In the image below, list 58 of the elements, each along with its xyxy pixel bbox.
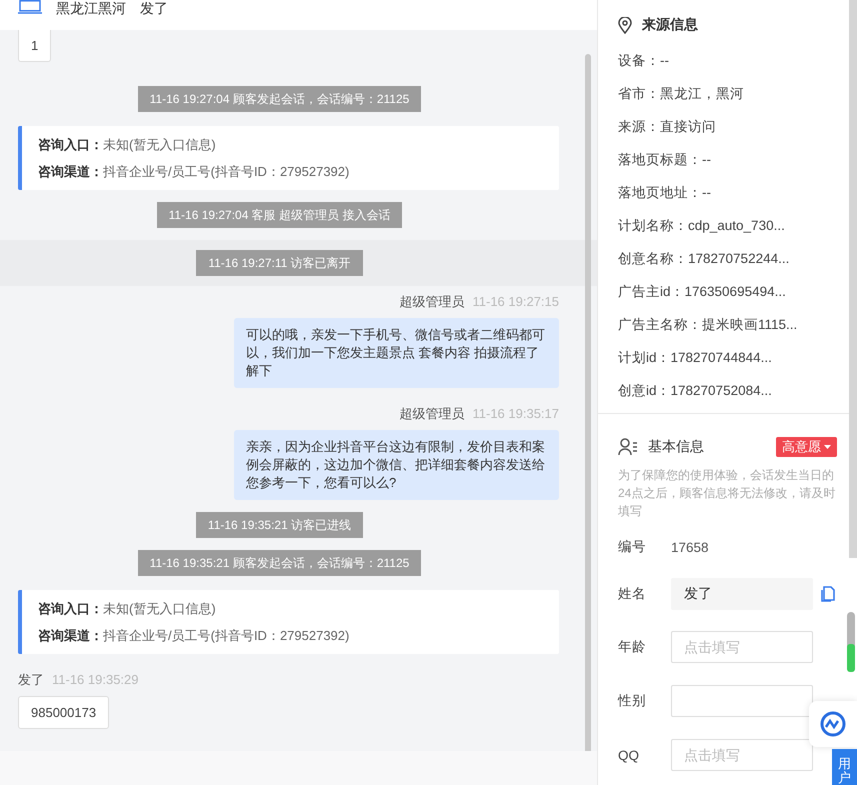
info-item: 计划名称：cdp_auto_730... — [618, 217, 786, 235]
sender-name: 发了 — [18, 671, 44, 689]
caret-icon — [824, 445, 831, 449]
input-area[interactable] — [0, 751, 597, 785]
info-item: 计划id：178270744844... — [618, 349, 773, 367]
name-field[interactable]: 发了 — [671, 578, 813, 610]
level-meter-drawing — [847, 612, 855, 672]
info-item: 创意名称：178270752244... — [618, 250, 790, 268]
scrollbar[interactable] — [849, 0, 857, 558]
system-notice: 11-16 19:35:21 顾客发起会话，会话编号：21125 — [138, 550, 422, 576]
assistant-button[interactable] — [809, 701, 857, 747]
message-time: 11-16 19:35:29 — [52, 671, 138, 689]
message-time: 11-16 19:27:15 — [472, 293, 559, 311]
system-notice: 11-16 19:27:04 客服 超级管理员 接入会话 — [156, 202, 402, 228]
logo-icon — [820, 711, 846, 737]
visitor-name: 发了 — [140, 0, 168, 16]
info-item: 落地页地址：-- — [618, 184, 712, 202]
field-label: 编号 — [618, 538, 647, 556]
message-bubble: 亲亲，因为企业抖音平台这边有限制，发价目表和案例会屏蔽的，这边加个微信、把详细套餐内容发送给您参考一下，您看可以么? — [234, 430, 559, 500]
message-bubble: 1 — [18, 30, 52, 62]
card-line: 咨询渠道：抖音企业号/员工号(抖音号ID：279527392) — [38, 163, 350, 181]
section-title: 基本信息 — [648, 438, 704, 456]
user-list-icon — [618, 438, 638, 456]
message-time: 11-16 19:35:17 — [472, 405, 559, 423]
info-item: 省市：黑龙江，黑河 — [618, 85, 745, 103]
card-line: 咨询入口：未知(暂无入口信息) — [38, 136, 217, 154]
field-label: QQ — [618, 748, 640, 762]
system-notice: 11-16 19:35:21 访客已进线 — [196, 512, 364, 538]
laptop-icon — [18, 0, 42, 14]
input-field[interactable]: 点击填写 — [671, 631, 813, 663]
sender-name: 超级管理员 — [400, 405, 464, 423]
notice-text: 为了保障您的使用体验，会话发生当日的24点之后，顾客信息将无法修改，请及时填写 — [618, 467, 836, 520]
system-notice: 11-16 19:27:04 顾客发起会话，会话编号：21125 — [138, 86, 422, 112]
system-notice: 11-16 19:27:11 访客已离开 — [196, 250, 363, 276]
info-item: 广告主id：176350695494... — [618, 283, 787, 301]
input-field[interactable] — [671, 685, 813, 717]
input-field[interactable]: 点击填写 — [671, 739, 813, 771]
message-bubble: 可以的哦，亲发一下手机号、微信号或者二维码都可以，我们加一下您发主题景点 套餐内容 拍摄流程了解下 — [234, 318, 559, 388]
card-line: 咨询入口：未知(暂无入口信息) — [38, 600, 217, 618]
info-item: 创意id：178270752084... — [618, 382, 773, 400]
section-title: 来源信息 — [642, 16, 698, 34]
intent-tag[interactable]: 高意愿 — [776, 437, 837, 457]
field-label: 年龄 — [618, 638, 647, 656]
message-bubble: 985000173 — [18, 696, 110, 729]
info-item: 来源：直接访问 — [618, 118, 717, 136]
location-text: 黑龙江黑河 — [56, 0, 126, 16]
field-label: 姓名 — [618, 585, 647, 603]
info-item: 设备：-- — [618, 52, 670, 70]
card-line: 咨询渠道：抖音企业号/员工号(抖音号ID：279527392) — [38, 627, 350, 645]
field-label: 性别 — [618, 692, 647, 710]
info-item: 落地页标题：-- — [618, 151, 712, 169]
info-item: 广告主名称：提米映画1115... — [618, 316, 798, 334]
user-tab[interactable]: 用户 — [832, 749, 857, 785]
copy-icon[interactable] — [821, 586, 835, 602]
scrollbar[interactable] — [585, 54, 591, 751]
location-pin-icon — [618, 16, 632, 34]
sender-name: 超级管理员 — [400, 293, 464, 311]
field-value: 17658 — [671, 540, 709, 554]
